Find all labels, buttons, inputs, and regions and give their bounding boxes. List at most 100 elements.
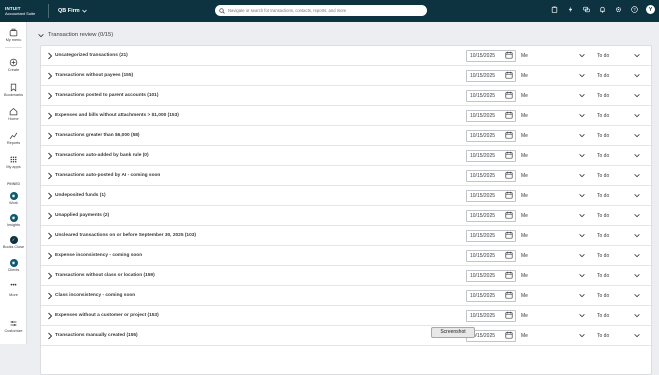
review-row[interactable]: Transactions manually created (155) 10/15… [41, 326, 653, 346]
review-row-label[interactable]: Class inconsistency - coming soon [55, 293, 135, 298]
review-row[interactable]: Transactions greater than $6,000 (58) 10/… [41, 126, 653, 146]
review-row[interactable]: Undeposited funds (1) 10/15/2025 Me To do [41, 186, 653, 206]
global-search-box[interactable] [215, 5, 427, 16]
chevron-down-icon[interactable] [579, 293, 585, 298]
brand-logo[interactable]: INTUIT Accountant Suite [0, 6, 48, 16]
chevron-down-icon[interactable] [579, 253, 585, 258]
sidebar-item-books-close[interactable]: ✓ Books Close [0, 236, 27, 249]
chevron-right-icon[interactable] [47, 332, 53, 340]
chevron-right-icon[interactable] [47, 272, 53, 280]
sidebar-item-home[interactable]: Home [0, 107, 27, 121]
review-row-label[interactable]: Transactions auto-posted by AI - coming … [55, 173, 160, 178]
chevron-down-icon[interactable] [579, 213, 585, 218]
review-row[interactable]: Uncategorized transactions (21) 10/15/202… [41, 46, 653, 66]
chevron-down-icon[interactable] [579, 73, 585, 78]
sidebar-item-clients[interactable]: ◉ Clients [0, 259, 27, 272]
calendar-icon[interactable] [505, 111, 513, 119]
sidebar-item-customize[interactable]: Customize [0, 319, 27, 333]
sidebar-item-insights[interactable]: ◉ Insights [0, 214, 27, 227]
chevron-down-icon[interactable] [579, 233, 585, 238]
help-icon[interactable]: ? [630, 6, 638, 14]
review-row-label[interactable]: Transactions auto-added by bank rule (0) [55, 153, 149, 158]
review-row-label[interactable]: Transactions without payees (155) [55, 73, 133, 78]
review-row[interactable]: Transactions posted to parent accounts (… [41, 86, 653, 106]
review-row-label[interactable]: Expense inconsistency - coming soon [55, 253, 142, 258]
chevron-down-icon[interactable] [634, 153, 640, 158]
calendar-icon[interactable] [505, 91, 513, 99]
sidebar-item-create[interactable]: Create [0, 58, 27, 72]
chevron-down-icon[interactable] [579, 313, 585, 318]
review-row-label[interactable]: Uncleared transactions on or before Sept… [55, 233, 196, 238]
chevron-down-icon[interactable] [634, 233, 640, 238]
review-row[interactable]: Transactions auto-added by bank rule (0)… [41, 146, 653, 166]
chevron-down-icon[interactable] [579, 153, 585, 158]
sidebar-item-my-menu[interactable]: My menu [0, 28, 27, 42]
chevron-down-icon[interactable] [634, 253, 640, 258]
review-row[interactable]: Uncleared transactions on or before Sept… [41, 226, 653, 246]
calendar-icon[interactable] [505, 271, 513, 279]
transaction-review-header[interactable]: Transaction review (0/15) [38, 32, 113, 38]
chevron-right-icon[interactable] [47, 132, 53, 140]
chevron-right-icon[interactable] [47, 252, 53, 260]
calendar-icon[interactable] [505, 131, 513, 139]
calendar-icon[interactable] [505, 311, 513, 319]
chevron-down-icon[interactable] [579, 93, 585, 98]
chevron-down-icon[interactable] [634, 93, 640, 98]
calendar-icon[interactable] [505, 211, 513, 219]
chevron-down-icon[interactable] [634, 193, 640, 198]
review-row[interactable]: Expenses and bills without attachments >… [41, 106, 653, 126]
chevron-right-icon[interactable] [47, 192, 53, 200]
sidebar-item-work[interactable]: ◉ Work [0, 192, 27, 205]
chevron-down-icon[interactable] [579, 133, 585, 138]
chat-icon[interactable] [582, 6, 590, 14]
review-row-label[interactable]: Expenses and bills without attachments >… [55, 113, 179, 118]
review-row[interactable]: Unapplied payments (2) 10/15/2025 Me To do [41, 206, 653, 226]
clipboard-icon[interactable] [550, 6, 558, 14]
review-row-label[interactable]: Transactions greater than $6,000 (58) [55, 133, 140, 138]
chevron-right-icon[interactable] [47, 232, 53, 240]
review-row[interactable]: Expenses without a customer or project (… [41, 306, 653, 326]
review-row-label[interactable]: Uncategorized transactions (21) [55, 53, 128, 58]
chevron-down-icon[interactable] [634, 173, 640, 178]
chevron-right-icon[interactable] [47, 112, 53, 120]
review-row[interactable]: Class inconsistency - coming soon 10/15/2… [41, 286, 653, 306]
chevron-right-icon[interactable] [47, 72, 53, 80]
review-row[interactable]: Transactions without payees (155) 10/15/2… [41, 66, 653, 86]
calendar-icon[interactable] [505, 331, 513, 339]
review-row-label[interactable]: Transactions posted to parent accounts (… [55, 93, 158, 98]
calendar-icon[interactable] [505, 291, 513, 299]
calendar-icon[interactable] [505, 231, 513, 239]
gear-icon[interactable] [614, 6, 622, 14]
chevron-down-icon[interactable] [579, 113, 585, 118]
user-avatar[interactable]: Y [646, 5, 655, 14]
chevron-right-icon[interactable] [47, 292, 53, 300]
review-row-label[interactable]: Transactions manually created (155) [55, 333, 138, 338]
sidebar-item-more[interactable]: ••• More [0, 283, 27, 297]
review-row[interactable]: Transactions without class or location (… [41, 266, 653, 286]
lightning-icon[interactable] [566, 6, 574, 14]
review-row-label[interactable]: Unapplied payments (2) [55, 213, 109, 218]
calendar-icon[interactable] [505, 51, 513, 59]
chevron-down-icon[interactable] [634, 333, 640, 338]
chevron-right-icon[interactable] [47, 212, 53, 220]
chevron-down-icon[interactable] [634, 213, 640, 218]
review-row[interactable]: Transactions auto-posted by AI - coming … [41, 166, 653, 186]
review-row-label[interactable]: Transactions without class or location (… [55, 273, 155, 278]
search-input[interactable] [228, 8, 423, 13]
chevron-down-icon[interactable] [634, 313, 640, 318]
review-row-label[interactable]: Expenses without a customer or project (… [55, 313, 159, 318]
sidebar-item-my-apps[interactable]: My apps [0, 155, 27, 169]
chevron-down-icon[interactable] [634, 113, 640, 118]
chevron-right-icon[interactable] [47, 172, 53, 180]
chevron-down-icon[interactable] [579, 173, 585, 178]
chevron-right-icon[interactable] [47, 52, 53, 60]
calendar-icon[interactable] [505, 71, 513, 79]
chevron-down-icon[interactable] [579, 333, 585, 338]
calendar-icon[interactable] [505, 171, 513, 179]
chevron-down-icon[interactable] [579, 53, 585, 58]
chevron-down-icon[interactable] [579, 273, 585, 278]
review-row-label[interactable]: Undeposited funds (1) [55, 193, 106, 198]
chevron-right-icon[interactable] [47, 312, 53, 320]
firm-selector[interactable]: QB Firm [58, 8, 87, 14]
sidebar-item-reports[interactable]: Reports [0, 131, 27, 145]
